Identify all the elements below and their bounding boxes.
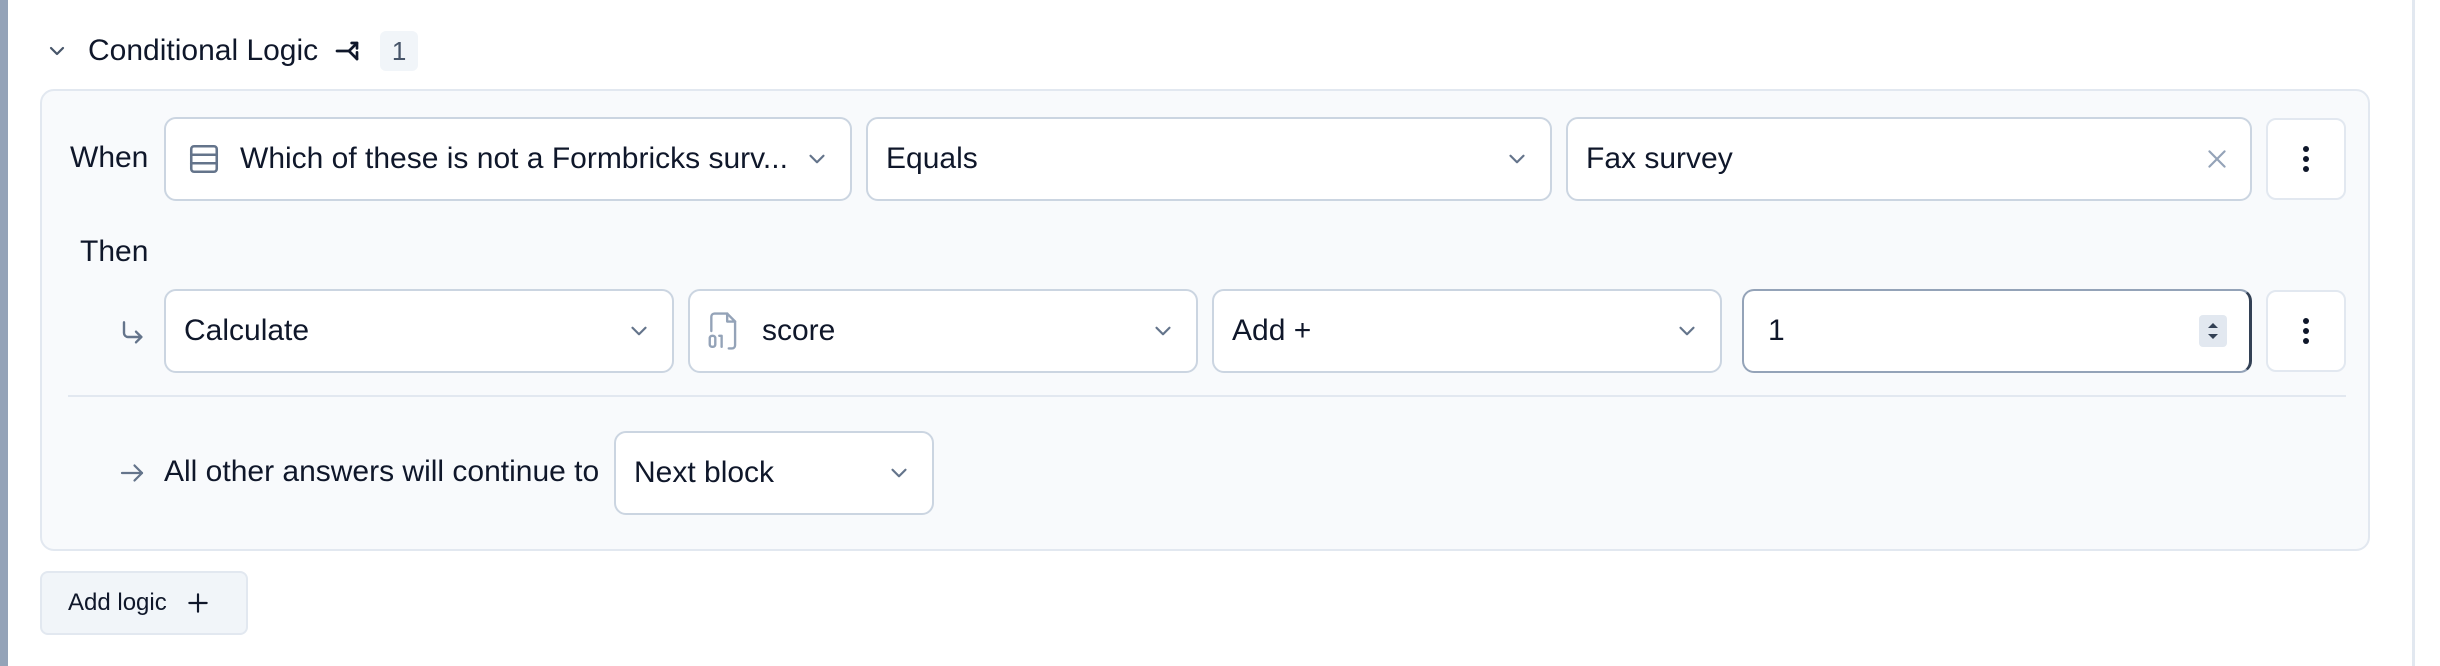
action-type-text: Calculate [184,314,310,347]
logic-count-badge: 1 [380,31,419,71]
list-rows-icon [186,141,222,177]
left-border-rail [0,0,8,666]
when-label: When [70,141,149,174]
chevron-down-icon [1674,318,1700,344]
condition-value-select[interactable]: Fax survey [1566,117,2252,201]
add-logic-label: Add logic [68,589,167,616]
action-menu-button[interactable] [2266,290,2346,372]
then-label: Then [80,235,149,268]
fallback-label: All other answers will continue to [164,455,600,488]
chevron-down-icon [804,146,830,172]
condition-operator-text: Equals [886,142,978,175]
action-variable-text: score [762,314,836,347]
right-border-rail [2412,0,2415,666]
more-vertical-icon [2303,146,2309,172]
action-operation-text: Add + [1232,314,1312,347]
action-type-select[interactable]: Calculate [164,289,674,373]
fallback-target-select[interactable]: Next block [614,431,934,515]
conditional-logic-header: Conditional Logic 1 [40,28,419,74]
chevron-down-icon [49,46,65,56]
chevron-down-icon [626,318,652,344]
more-vertical-icon [2303,318,2309,344]
chevron-down-icon [886,460,912,486]
fallback-target-text: Next block [634,456,775,489]
collapse-toggle[interactable] [40,34,74,68]
split-arrows-icon [332,34,366,68]
condition-value-text: Fax survey [1586,142,1733,175]
chevron-down-icon [1504,146,1530,172]
condition-operator-select[interactable]: Equals [866,117,1552,201]
add-logic-button[interactable]: Add logic [40,571,248,635]
chevron-down-icon [1150,318,1176,344]
section-title: Conditional Logic [88,34,319,67]
file-digit-icon [704,309,744,353]
corner-down-right-icon [114,315,150,351]
action-amount-value: 1 [1768,314,1785,347]
condition-menu-button[interactable] [2266,118,2346,200]
logic-rule-card: When Which of these is not a Formbricks … [40,89,2370,551]
rule-divider [68,395,2346,397]
action-operation-select[interactable]: Add + [1212,289,1722,373]
condition-question-select[interactable]: Which of these is not a Formbricks surv.… [164,117,852,201]
action-variable-select[interactable]: score [688,289,1198,373]
plus-icon [185,590,211,616]
condition-question-text: Which of these is not a Formbricks surv.… [240,142,788,175]
action-amount-input[interactable]: 1 [1742,289,2252,373]
arrow-right-icon [114,455,150,491]
x-icon[interactable] [2204,146,2230,172]
spin-buttons-icon[interactable] [2199,315,2227,347]
